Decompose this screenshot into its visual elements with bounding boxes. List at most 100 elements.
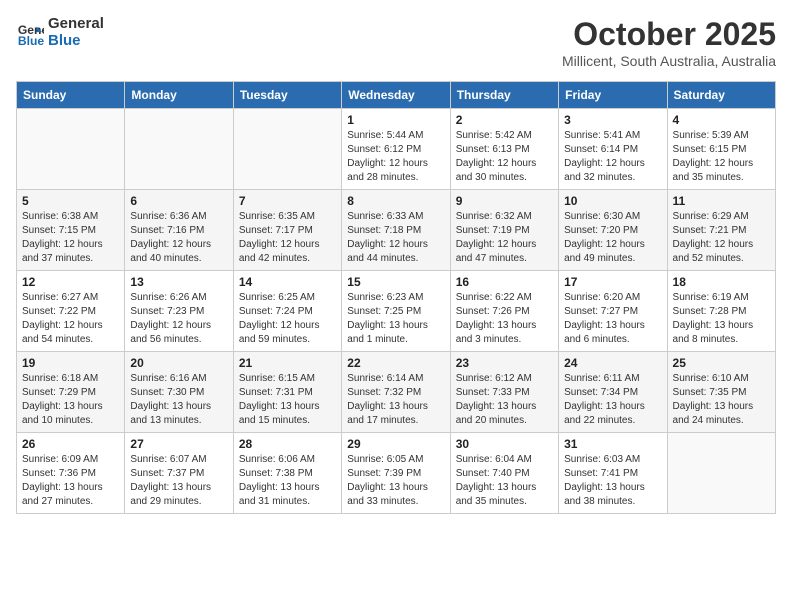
calendar-cell: 19Sunrise: 6:18 AM Sunset: 7:29 PM Dayli…: [17, 352, 125, 433]
day-info: Sunrise: 6:36 AM Sunset: 7:16 PM Dayligh…: [130, 210, 227, 266]
calendar-cell: 11 Sunrise: 6:29 AM Sunset: 7:21 PM Dayli…: [667, 190, 775, 271]
day-info: Sunrise: 6:18 AM Sunset: 7:29 PM Dayligh…: [22, 372, 119, 428]
calendar-cell: 16 Sunrise: 6:22 AM Sunset: 7:26 PM Dayli…: [450, 271, 558, 352]
day-info: Sunrise: 6:12 AM Sunset: 7:33 PM Dayligh…: [456, 372, 553, 428]
day-info: Sunrise: 6:26 AM Sunset: 7:23 PM Dayligh…: [130, 291, 227, 347]
day-number: 18: [673, 275, 770, 289]
calendar-cell: 26 Sunrise: 6:09 AM Sunset: 7:36 PM Dayli…: [17, 433, 125, 514]
calendar-cell: 17 Sunrise: 6:20 AM Sunset: 7:27 PM Dayli…: [559, 271, 667, 352]
calendar-cell: 14 Sunrise: 6:25 AM Sunset: 7:24 PM Dayli…: [233, 271, 341, 352]
calendar-week-3: 12Sunrise: 6:27 AM Sunset: 7:22 PM Dayli…: [17, 271, 776, 352]
day-number: 6: [130, 194, 227, 208]
header-day-thursday: Thursday: [450, 82, 558, 109]
day-number: 10: [564, 194, 661, 208]
day-number: 13: [130, 275, 227, 289]
day-number: 14: [239, 275, 336, 289]
day-info: Sunrise: 6:03 AM Sunset: 7:41 PM Dayligh…: [564, 453, 661, 509]
day-number: 27: [130, 437, 227, 451]
calendar-cell: 29 Sunrise: 6:05 AM Sunset: 7:39 PM Dayli…: [342, 433, 450, 514]
day-info: Sunrise: 6:33 AM Sunset: 7:18 PM Dayligh…: [347, 210, 444, 266]
calendar-week-4: 19Sunrise: 6:18 AM Sunset: 7:29 PM Dayli…: [17, 352, 776, 433]
calendar-cell: 6 Sunrise: 6:36 AM Sunset: 7:16 PM Daylig…: [125, 190, 233, 271]
day-number: 9: [456, 194, 553, 208]
calendar-cell: 4 Sunrise: 5:39 AM Sunset: 6:15 PM Daylig…: [667, 109, 775, 190]
day-number: 7: [239, 194, 336, 208]
calendar-cell: 13 Sunrise: 6:26 AM Sunset: 7:23 PM Dayli…: [125, 271, 233, 352]
day-info: Sunrise: 6:25 AM Sunset: 7:24 PM Dayligh…: [239, 291, 336, 347]
calendar-cell: 2 Sunrise: 5:42 AM Sunset: 6:13 PM Daylig…: [450, 109, 558, 190]
day-info: Sunrise: 6:09 AM Sunset: 7:36 PM Dayligh…: [22, 453, 119, 509]
calendar-cell: 23Sunrise: 6:12 AM Sunset: 7:33 PM Dayli…: [450, 352, 558, 433]
calendar-table: SundayMondayTuesdayWednesdayThursdayFrid…: [16, 81, 776, 514]
logo-icon: General Blue: [16, 19, 44, 47]
day-info: Sunrise: 6:04 AM Sunset: 7:40 PM Dayligh…: [456, 453, 553, 509]
day-info: Sunrise: 6:20 AM Sunset: 7:27 PM Dayligh…: [564, 291, 661, 347]
header-day-tuesday: Tuesday: [233, 82, 341, 109]
day-info: Sunrise: 6:22 AM Sunset: 7:26 PM Dayligh…: [456, 291, 553, 347]
calendar-cell: 22Sunrise: 6:14 AM Sunset: 7:32 PM Dayli…: [342, 352, 450, 433]
day-number: 8: [347, 194, 444, 208]
day-info: Sunrise: 6:30 AM Sunset: 7:20 PM Dayligh…: [564, 210, 661, 266]
day-info: Sunrise: 5:44 AM Sunset: 6:12 PM Dayligh…: [347, 129, 444, 185]
day-number: 25: [673, 356, 770, 370]
logo-line2: Blue: [48, 33, 104, 50]
day-number: 12: [22, 275, 119, 289]
day-number: 11: [673, 194, 770, 208]
day-number: 1: [347, 113, 444, 127]
day-number: 21: [239, 356, 336, 370]
day-info: Sunrise: 5:39 AM Sunset: 6:15 PM Dayligh…: [673, 129, 770, 185]
day-info: Sunrise: 6:29 AM Sunset: 7:21 PM Dayligh…: [673, 210, 770, 266]
header-day-wednesday: Wednesday: [342, 82, 450, 109]
day-info: Sunrise: 6:07 AM Sunset: 7:37 PM Dayligh…: [130, 453, 227, 509]
calendar-cell: 31 Sunrise: 6:03 AM Sunset: 7:41 PM Dayli…: [559, 433, 667, 514]
svg-text:Blue: Blue: [18, 34, 44, 47]
day-number: 15: [347, 275, 444, 289]
day-number: 16: [456, 275, 553, 289]
day-number: 29: [347, 437, 444, 451]
day-info: Sunrise: 6:23 AM Sunset: 7:25 PM Dayligh…: [347, 291, 444, 347]
day-number: 22: [347, 356, 444, 370]
day-info: Sunrise: 5:41 AM Sunset: 6:14 PM Dayligh…: [564, 129, 661, 185]
day-info: Sunrise: 6:05 AM Sunset: 7:39 PM Dayligh…: [347, 453, 444, 509]
day-number: 26: [22, 437, 119, 451]
calendar-cell: [125, 109, 233, 190]
calendar-cell: 5Sunrise: 6:38 AM Sunset: 7:15 PM Daylig…: [17, 190, 125, 271]
day-info: Sunrise: 6:15 AM Sunset: 7:31 PM Dayligh…: [239, 372, 336, 428]
header-day-sunday: Sunday: [17, 82, 125, 109]
day-number: 30: [456, 437, 553, 451]
calendar-cell: 12Sunrise: 6:27 AM Sunset: 7:22 PM Dayli…: [17, 271, 125, 352]
calendar-cell: 21 Sunrise: 6:15 AM Sunset: 7:31 PM Dayli…: [233, 352, 341, 433]
subtitle: Millicent, South Australia, Australia: [562, 53, 776, 69]
day-number: 31: [564, 437, 661, 451]
logo-line1: General: [48, 16, 104, 33]
page-header: General Blue General Blue October 2025 M…: [16, 16, 776, 69]
day-number: 2: [456, 113, 553, 127]
day-info: Sunrise: 6:32 AM Sunset: 7:19 PM Dayligh…: [456, 210, 553, 266]
calendar-cell: 18 Sunrise: 6:19 AM Sunset: 7:28 PM Dayli…: [667, 271, 775, 352]
day-number: 17: [564, 275, 661, 289]
calendar-cell: 8 Sunrise: 6:33 AM Sunset: 7:18 PM Daylig…: [342, 190, 450, 271]
header-day-monday: Monday: [125, 82, 233, 109]
day-number: 20: [130, 356, 227, 370]
calendar-cell: [667, 433, 775, 514]
calendar-cell: 28Sunrise: 6:06 AM Sunset: 7:38 PM Dayli…: [233, 433, 341, 514]
day-number: 4: [673, 113, 770, 127]
day-info: Sunrise: 6:10 AM Sunset: 7:35 PM Dayligh…: [673, 372, 770, 428]
calendar-cell: 3 Sunrise: 5:41 AM Sunset: 6:14 PM Daylig…: [559, 109, 667, 190]
day-number: 28: [239, 437, 336, 451]
title-block: October 2025 Millicent, South Australia,…: [562, 16, 776, 69]
calendar-cell: 7 Sunrise: 6:35 AM Sunset: 7:17 PM Daylig…: [233, 190, 341, 271]
day-info: Sunrise: 6:19 AM Sunset: 7:28 PM Dayligh…: [673, 291, 770, 347]
calendar-week-1: 1 Sunrise: 5:44 AM Sunset: 6:12 PM Daylig…: [17, 109, 776, 190]
calendar-cell: [17, 109, 125, 190]
calendar-week-5: 26 Sunrise: 6:09 AM Sunset: 7:36 PM Dayli…: [17, 433, 776, 514]
calendar-cell: 1 Sunrise: 5:44 AM Sunset: 6:12 PM Daylig…: [342, 109, 450, 190]
calendar-cell: 9 Sunrise: 6:32 AM Sunset: 7:19 PM Daylig…: [450, 190, 558, 271]
day-info: Sunrise: 5:42 AM Sunset: 6:13 PM Dayligh…: [456, 129, 553, 185]
day-number: 3: [564, 113, 661, 127]
header-day-friday: Friday: [559, 82, 667, 109]
day-info: Sunrise: 6:35 AM Sunset: 7:17 PM Dayligh…: [239, 210, 336, 266]
calendar-cell: 25 Sunrise: 6:10 AM Sunset: 7:35 PM Dayli…: [667, 352, 775, 433]
calendar-week-2: 5Sunrise: 6:38 AM Sunset: 7:15 PM Daylig…: [17, 190, 776, 271]
calendar-cell: 10 Sunrise: 6:30 AM Sunset: 7:20 PM Dayli…: [559, 190, 667, 271]
